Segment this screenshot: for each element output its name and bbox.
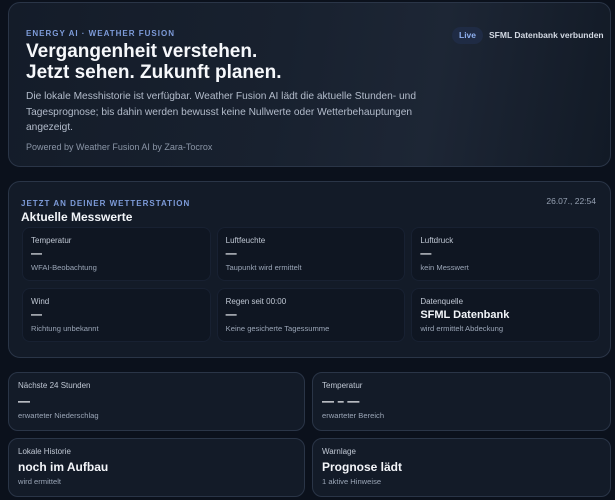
measurement-sub: Taupunkt wird ermittelt — [225, 263, 302, 272]
measurement-sub: WFAI-Beobachtung — [31, 263, 97, 272]
card-label: Lokale Historie — [18, 447, 71, 456]
measurement-value: — — [420, 248, 432, 260]
card-temperature-range: Temperatur — – — erwarteter Bereich — [312, 372, 611, 431]
measurement-sub: Keine gesicherte Tagessumme — [225, 324, 330, 333]
hero-title-line1: Vergangenheit verstehen. — [26, 41, 258, 62]
measurement-grid: Temperatur — WFAI-Beobachtung Luftfeucht… — [22, 227, 600, 342]
measurement-sub: wird ermittelt Abdeckung — [420, 324, 504, 333]
card-sub: 1 aktive Hinweise — [322, 477, 382, 486]
card-label: Warnlage — [322, 447, 356, 456]
card-value: noch im Aufbau — [18, 460, 109, 474]
measurement-label: Wind — [31, 297, 50, 306]
source-status-badge: SFML Datenbank verbunden — [489, 30, 604, 40]
measurement-value: — — [31, 309, 42, 321]
measurement-label: Regen seit 00:00 — [225, 297, 287, 306]
live-badge: Live — [452, 27, 484, 44]
card-next-24h: Nächste 24 Stunden — erwarteter Niedersc… — [8, 372, 305, 431]
hero-description: Die lokale Messhistorie ist verfügbar. W… — [26, 91, 416, 133]
measurement-pressure: Luftdruck — kein Messwert — [411, 227, 600, 281]
measurement-data-source: Datenquelle SFML Datenbank wird ermittel… — [411, 288, 600, 342]
station-title: Aktuelle Messwerte — [21, 210, 133, 224]
measurement-sub: kein Messwert — [420, 263, 469, 272]
card-label: Nächste 24 Stunden — [18, 381, 91, 390]
powered-by-text: Powered by Weather Fusion AI by Zara-Toc… — [26, 142, 213, 152]
card-sub: erwarteter Niederschlag — [18, 411, 99, 420]
card-value: Prognose lädt — [322, 460, 403, 474]
measurement-label: Temperatur — [31, 236, 72, 245]
card-label: Temperatur — [322, 381, 363, 390]
hero-eyebrow: ENERGY AI · WEATHER FUSION — [26, 29, 175, 38]
measurement-label: Luftfeuchte — [225, 236, 266, 245]
hero-title-line2: Jetzt sehen. Zukunft planen. — [26, 62, 282, 83]
measurement-value: — — [31, 248, 42, 260]
card-local-history: Lokale Historie noch im Aufbau wird ermi… — [8, 438, 305, 497]
card-sub: erwarteter Bereich — [322, 411, 385, 420]
card-sub: wird ermittelt — [18, 477, 62, 486]
measurement-value: SFML Datenbank — [420, 309, 510, 321]
measurement-wind: Wind — Richtung unbekannt — [22, 288, 211, 342]
measurement-rain: Regen seit 00:00 — Keine gesicherte Tage… — [216, 288, 406, 342]
measurement-value: — — [225, 309, 237, 321]
measurement-label: Datenquelle — [420, 297, 464, 306]
measurement-label: Luftdruck — [420, 236, 454, 245]
card-value: — – — — [322, 394, 360, 408]
measurement-sub: Richtung unbekannt — [31, 324, 99, 333]
hero-title: Vergangenheit verstehen. Jetzt sehen. Zu… — [26, 41, 281, 83]
measurement-humidity: Luftfeuchte — Taupunkt wird ermittelt — [216, 227, 406, 281]
measurement-temperature: Temperatur — WFAI-Beobachtung — [22, 227, 211, 281]
hero-panel: ENERGY AI · WEATHER FUSION Vergangenheit… — [8, 2, 611, 167]
station-panel: JETZT AN DEINER WETTERSTATION Aktuelle M… — [8, 181, 611, 358]
measurement-value: — — [225, 248, 237, 260]
station-eyebrow: JETZT AN DEINER WETTERSTATION — [21, 199, 191, 208]
station-timestamp: 26.07., 22:54 — [546, 196, 596, 206]
card-warning-status: Warnlage Prognose lädt 1 aktive Hinweise — [312, 438, 611, 497]
card-value: — — [18, 394, 30, 408]
